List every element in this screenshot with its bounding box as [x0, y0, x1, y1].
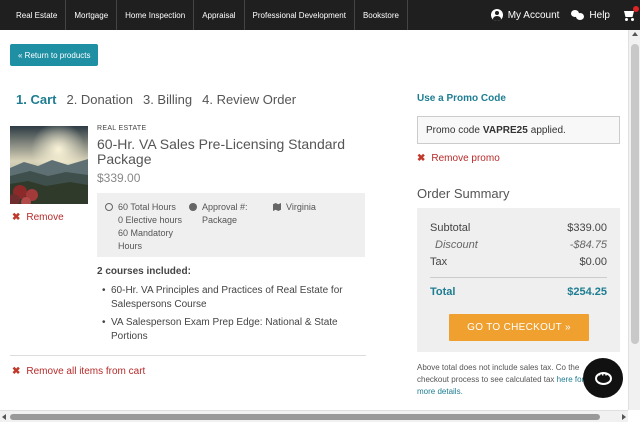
scroll-thumb[interactable]: [10, 414, 600, 420]
step-cart[interactable]: 1. Cart: [16, 92, 56, 107]
state-info: Virginia: [273, 201, 316, 214]
cart-badge: [633, 6, 639, 12]
hours-info: 60 Total Hours 0 Elective hours 60 Manda…: [105, 201, 195, 253]
elective-hours: 0 Elective hours: [118, 215, 183, 225]
scroll-up-icon[interactable]: [632, 32, 638, 36]
summary-divider: [430, 277, 607, 278]
vertical-scrollbar[interactable]: [628, 30, 640, 410]
scroll-thumb[interactable]: [631, 44, 639, 344]
total-hours: 60 Total Hours: [118, 202, 176, 212]
close-icon: ✖: [12, 212, 21, 223]
approval-icon: [189, 203, 197, 211]
subtotal-label: Subtotal: [430, 222, 471, 234]
my-account-link[interactable]: My Account: [490, 9, 560, 21]
subtotal-value: $339.00: [567, 222, 607, 234]
promo-status: Promo code VAPRE25 applied.: [417, 116, 620, 144]
total-label: Total: [430, 286, 456, 298]
remove-promo-link[interactable]: ✖ Remove promo: [417, 153, 500, 164]
chat-icon: [594, 370, 612, 385]
help-link[interactable]: Help: [571, 10, 610, 21]
discount-label: Discount: [435, 239, 478, 251]
nav-appraisal[interactable]: Appraisal: [194, 0, 245, 30]
nav-professional-development[interactable]: Professional Development: [245, 0, 355, 30]
help-label: Help: [589, 9, 610, 21]
promo-suffix: applied.: [530, 124, 566, 136]
horizontal-scrollbar[interactable]: [0, 410, 628, 422]
my-account-label: My Account: [507, 9, 560, 21]
close-icon: ✖: [12, 366, 21, 377]
shopping-cart-icon[interactable]: [622, 6, 639, 21]
promo-code: VAPRE25: [482, 124, 528, 136]
discount-value: -$84.75: [569, 239, 607, 251]
tax-note-text: Above total does not include sales tax. …: [417, 363, 580, 384]
remove-label: Remove: [26, 212, 64, 223]
discount-row: Discount -$84.75: [430, 239, 607, 251]
product-image: [10, 126, 88, 204]
nav-utilities: My Account Help: [490, 0, 640, 30]
tax-row: Tax $0.00: [430, 256, 607, 268]
chat-widget-button[interactable]: [583, 358, 623, 398]
promo-code-link[interactable]: Use a Promo Code: [417, 93, 506, 104]
order-summary-heading: Order Summary: [417, 186, 510, 201]
remove-item-link[interactable]: ✖ Remove: [12, 212, 64, 223]
step-donation[interactable]: 2. Donation: [66, 92, 133, 107]
approval-info: Approval #: Package: [189, 201, 261, 227]
nav-real-estate[interactable]: Real Estate: [0, 0, 67, 30]
product-title[interactable]: 60-Hr. VA Sales Pre-Licensing Standard P…: [97, 137, 347, 167]
user-circle-icon: [490, 9, 503, 21]
total-row: Total $254.25: [430, 286, 607, 298]
approval-text: Approval #: Package: [202, 202, 248, 225]
scroll-right-icon[interactable]: [622, 414, 626, 420]
tax-value: $0.00: [579, 256, 607, 268]
product-details: 60 Total Hours 0 Elective hours 60 Manda…: [97, 193, 365, 257]
state-text: Virginia: [286, 202, 316, 212]
chat-bubbles-icon: [571, 10, 585, 20]
divider: [10, 355, 366, 356]
order-summary: Subtotal $339.00 Discount -$84.75 Tax $0…: [417, 208, 620, 352]
total-value: $254.25: [567, 286, 607, 298]
list-item: VA Salesperson Exam Prep Edge: National …: [102, 316, 354, 344]
nav-mortgage[interactable]: Mortgage: [66, 0, 118, 30]
remove-all-label: Remove all items from cart: [26, 366, 146, 377]
step-billing[interactable]: 3. Billing: [143, 92, 192, 107]
step-review-order[interactable]: 4. Review Order: [202, 92, 296, 107]
checkout-button[interactable]: GO TO CHECKOUT »: [449, 314, 589, 341]
mandatory-hours: 60 Mandatory Hours: [118, 228, 174, 251]
nav-bookstore[interactable]: Bookstore: [355, 0, 408, 30]
courses-heading: 2 courses included:: [97, 266, 191, 277]
tax-note: Above total does not include sales tax. …: [417, 362, 597, 398]
product-price: $339.00: [97, 171, 141, 185]
product-category: REAL ESTATE: [97, 125, 147, 132]
nav-home-inspection[interactable]: Home Inspection: [117, 0, 195, 30]
close-icon: ✖: [417, 153, 426, 164]
scroll-left-icon[interactable]: [2, 414, 6, 420]
remove-all-link[interactable]: ✖ Remove all items from cart: [12, 366, 145, 377]
remove-promo-label: Remove promo: [431, 153, 500, 164]
promo-prefix: Promo code: [426, 124, 480, 136]
subtotal-row: Subtotal $339.00: [430, 222, 607, 234]
tax-label: Tax: [430, 256, 448, 268]
map-icon: [273, 203, 281, 211]
checkout-steps: 1. Cart 2. Donation 3. Billing 4. Review…: [16, 92, 296, 107]
clock-icon: [105, 203, 113, 211]
return-to-products-button[interactable]: « Return to products: [10, 44, 99, 66]
top-nav: Real Estate Mortgage Home Inspection App…: [0, 0, 640, 30]
list-item: 60-Hr. VA Principles and Practices of Re…: [102, 284, 354, 312]
course-list: 60-Hr. VA Principles and Practices of Re…: [102, 284, 354, 348]
